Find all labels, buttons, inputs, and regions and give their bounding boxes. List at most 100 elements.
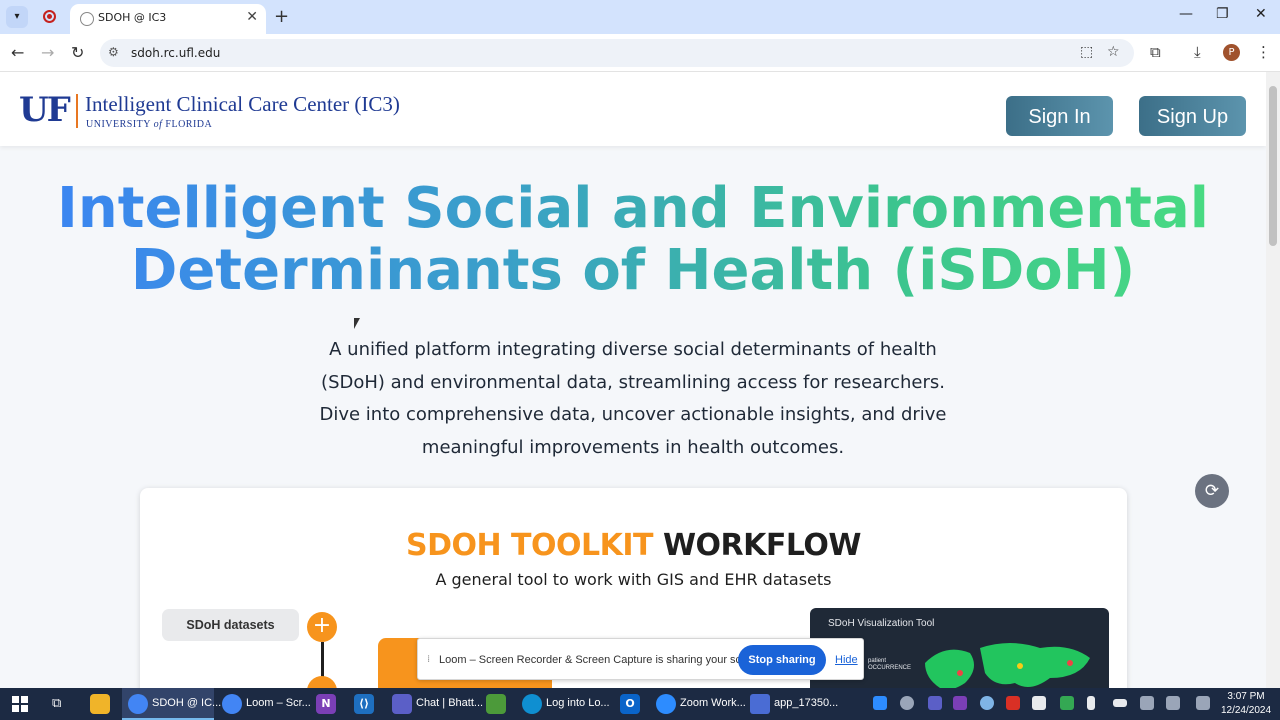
taskbar-app-teams-chat[interactable]: Chat | Bhatt...: [386, 688, 483, 720]
org-sub-a: UNIVERSITY: [86, 119, 154, 130]
hide-link[interactable]: Hide: [835, 654, 858, 666]
share-message: Loom – Screen Recorder & Screen Capture …: [439, 654, 767, 666]
web-page: UF Intelligent Clinical Care Center (IC3…: [0, 72, 1266, 688]
volume-icon[interactable]: [1166, 696, 1180, 710]
viz-labels: patient OCCURRENCE: [868, 658, 911, 672]
stop-sharing-button[interactable]: Stop sharing: [738, 645, 826, 675]
tray-sync-icon[interactable]: [980, 696, 994, 710]
viz-label-1: patient: [868, 658, 887, 664]
forward-arrow-icon[interactable]: →: [41, 43, 54, 62]
hero-description: A unified platform integrating diverse s…: [319, 339, 947, 458]
outlook-icon[interactable]: O: [620, 694, 640, 714]
browser-toolbar: ← → ↻ ⚙ sdoh.rc.ufl.edu ⬚ ☆ ⧉ ⤓ ⋮: [0, 34, 1280, 72]
drag-handle-icon[interactable]: ⁞: [427, 654, 430, 665]
tray-zoom-icon[interactable]: [873, 696, 887, 710]
bookmark-star-icon[interactable]: ☆: [1107, 44, 1120, 60]
tab-search-chevron-down-icon[interactable]: ▾: [6, 6, 28, 28]
plus-icon: +: [307, 612, 337, 642]
tray-teams-icon[interactable]: [928, 696, 942, 710]
app-file-icon: [750, 694, 770, 714]
screen-share-notification: ⁞ Loom – Screen Recorder & Screen Captur…: [417, 638, 864, 680]
tray-shield-icon[interactable]: [1006, 696, 1020, 710]
profile-avatar[interactable]: P: [1223, 44, 1240, 61]
edge-icon: [522, 694, 542, 714]
tray-update-icon[interactable]: [1060, 696, 1074, 710]
url-text[interactable]: sdoh.rc.ufl.edu: [131, 46, 220, 60]
tray-ime-icon[interactable]: [1032, 696, 1046, 710]
workflow-title-toolkit: SDOH TOOLKIT: [405, 528, 654, 563]
world-map-icon: [925, 643, 1090, 688]
taskbar-app-label: Chat | Bhatt...: [416, 697, 484, 709]
address-bar[interactable]: ⚙ sdoh.rc.ufl.edu ⬚ ☆: [100, 39, 1134, 67]
tray-mic-icon[interactable]: [1087, 696, 1095, 710]
sign-in-button[interactable]: Sign In: [1006, 96, 1113, 136]
menu-kebab-icon[interactable]: ⋮: [1256, 43, 1271, 61]
battery-icon[interactable]: [1113, 699, 1127, 707]
tray-onenote-icon[interactable]: [953, 696, 967, 710]
taskbar-app-label: Loom – Scr...: [246, 697, 311, 709]
uf-logo[interactable]: UF: [19, 92, 71, 128]
hero-title: Intelligent Social and Environmental Det…: [0, 178, 1266, 302]
sign-up-button[interactable]: Sign Up: [1139, 96, 1246, 136]
org-title[interactable]: Intelligent Clinical Care Center (IC3): [85, 92, 400, 117]
page-scrollbar[interactable]: [1266, 72, 1280, 688]
extensions-puzzle-icon[interactable]: ⧉: [1150, 43, 1161, 61]
taskbar-app-edge-login[interactable]: Log into Lo...: [516, 688, 610, 720]
maximize-icon[interactable]: ❐: [1216, 6, 1229, 22]
browser-tab-active[interactable]: SDOH @ IC3 ✕: [70, 4, 266, 34]
mouse-cursor-icon: [354, 318, 360, 329]
task-view-icon[interactable]: ⧉: [52, 696, 61, 711]
viz-title: SDoH Visualization Tool: [828, 618, 935, 629]
taskbar-app-label: Zoom Work...: [680, 697, 746, 709]
workflow-title-workflow: WORKFLOW: [653, 528, 862, 563]
taskbar-app-label: Log into Lo...: [546, 697, 610, 709]
taskbar-app-file[interactable]: app_17350...: [744, 688, 839, 720]
org-subtitle: UNIVERSITY of FLORIDA: [86, 119, 212, 130]
downloads-icon[interactable]: ⤓: [1194, 43, 1201, 61]
onenote-icon[interactable]: N: [316, 694, 336, 714]
system-clock[interactable]: 3:07 PM 12/24/2024: [1218, 690, 1274, 718]
browser-tab-bar: ▾ SDOH @ IC3 ✕ + — ❐ ✕: [0, 0, 1280, 34]
plus-icon-2: [307, 676, 337, 688]
tray-clock-icon[interactable]: [900, 696, 914, 710]
workflow-title: SDOH TOOLKIT WORKFLOW: [140, 528, 1127, 563]
hero-title-line-1: Intelligent Social and Environmental: [0, 178, 1266, 240]
window-close-icon[interactable]: ✕: [1255, 6, 1267, 22]
taskbar-app-chrome-sdoh[interactable]: SDOH @ IC...: [122, 688, 221, 720]
recording-icon[interactable]: [43, 10, 56, 23]
zoom-icon: [656, 694, 676, 714]
hero-title-line-2: Determinants of Health (iSDoH): [0, 240, 1266, 302]
teams-icon: [392, 694, 412, 714]
windows-taskbar: ⧉ SDOH @ IC... Loom – Scr... N ⟨⟩ Chat |…: [0, 688, 1280, 720]
logo-divider: [76, 94, 78, 128]
taskbar-app-chrome-loom[interactable]: Loom – Scr...: [216, 688, 311, 720]
taskbar-app-label: SDOH @ IC...: [152, 697, 222, 709]
vscode-icon[interactable]: ⟨⟩: [354, 694, 374, 714]
file-explorer-icon[interactable]: [90, 694, 110, 714]
floating-action-icon[interactable]: ⟳: [1195, 474, 1229, 508]
wifi-icon[interactable]: [1140, 696, 1154, 710]
sdoh-datasets-box: SDoH datasets: [162, 609, 299, 641]
tab-favicon-icon: [80, 12, 94, 26]
minimize-icon[interactable]: —: [1179, 6, 1193, 22]
tab-close-icon[interactable]: ✕: [246, 9, 258, 25]
workflow-subtitle: A general tool to work with GIS and EHR …: [435, 570, 832, 589]
reload-icon[interactable]: ↻: [71, 43, 84, 62]
site-info-icon[interactable]: ⚙: [108, 45, 119, 59]
back-arrow-icon[interactable]: ←: [11, 43, 24, 62]
new-tab-plus-icon[interactable]: +: [274, 6, 289, 27]
scrollbar-thumb[interactable]: [1269, 86, 1277, 246]
spreadsheet-icon[interactable]: [486, 694, 506, 714]
pen-icon[interactable]: [1196, 696, 1210, 710]
tab-title: SDOH @ IC3: [98, 11, 167, 24]
site-header: UF Intelligent Clinical Care Center (IC3…: [0, 72, 1266, 146]
clock-date: 12/24/2024: [1220, 705, 1272, 716]
chrome-icon: [128, 694, 148, 714]
clock-time: 3:07 PM: [1227, 691, 1265, 702]
taskbar-app-zoom[interactable]: Zoom Work...: [650, 688, 746, 720]
taskbar-app-label: app_17350...: [774, 697, 839, 709]
viz-label-2: OCCURRENCE: [868, 665, 912, 671]
org-sub-b: FLORIDA: [162, 119, 213, 130]
windows-start-icon[interactable]: [12, 696, 28, 712]
install-app-icon[interactable]: ⬚: [1080, 44, 1093, 60]
